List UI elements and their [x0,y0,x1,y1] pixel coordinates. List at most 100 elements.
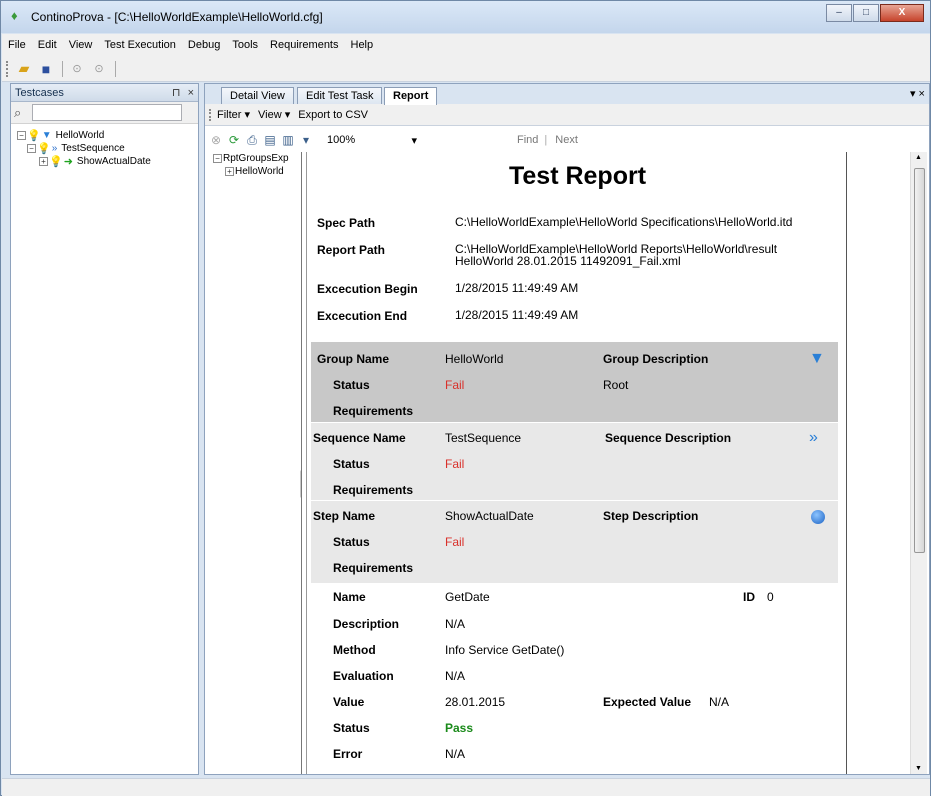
search-icon[interactable]: ⌕ [14,105,32,121]
tree-node-label: HelloWorld [55,130,105,141]
report-title: Test Report [508,162,647,190]
menu-file[interactable]: File [8,39,26,51]
expand-icon[interactable]: + [225,167,234,176]
sequence-section: Sequence Name TestSequence Sequence Desc… [311,423,838,500]
step-name-label: Step Name [313,509,376,523]
document-area: Detail View Edit Test Task Report ▾ × Fi… [204,83,930,775]
doc-map-node[interactable]: + HelloWorld [213,165,289,178]
detail-error-label: Error [333,747,363,761]
report-scrollbar[interactable]: ▲ ▼ [910,152,927,774]
tab-detail-view[interactable]: Detail View [221,87,294,104]
meta-value: C:\HelloWorldExample\HelloWorld Reports\… [455,242,778,268]
detail-name-label: Name [333,590,366,604]
detail-error-value: N/A [445,747,466,761]
document-map-tree: − RptGroupsExp + HelloWorld [213,152,289,178]
group-description-value: Root [603,378,629,392]
scroll-down-icon[interactable]: ▼ [915,765,922,772]
collapse-icon[interactable]: − [27,144,36,153]
step-dot-icon [811,510,825,524]
sequence-name-value: TestSequence [445,431,522,445]
detail-name-value: GetDate [445,590,490,604]
app-window: ♦ ContinoProva - [C:\HelloWorldExample\H… [0,0,931,796]
toolbar-grip[interactable] [209,108,213,121]
detail-value-label: Value [333,695,365,709]
page-setup-icon[interactable]: ▥ [281,133,295,147]
menu-requirements[interactable]: Requirements [270,39,338,51]
meta-label: Spec Path [317,216,376,230]
print-icon[interactable]: ⎙ [245,133,259,147]
group-status-label: Status [333,378,370,392]
page-layout-icon[interactable]: ▤ [263,133,277,147]
sequence-description-label: Sequence Description [605,431,732,445]
step-status-value: Fail [445,535,465,549]
step-status-label: Status [333,535,370,549]
zoom-select[interactable]: 100% ▾ [327,134,417,147]
panel-close-icon[interactable]: × [188,87,194,99]
detail-status-label: Status [333,721,370,735]
stop-icon[interactable]: ⊗ [209,133,223,147]
next-button[interactable]: Next [555,134,578,146]
chevron-down-icon: ▾ [244,109,251,121]
open-folder-icon[interactable]: ▰ [14,59,34,79]
group-triangle-icon: ▼ [809,350,825,367]
step-arrow-icon: ➜ [63,156,73,168]
collapse-icon[interactable]: − [17,131,26,140]
collapse-icon[interactable]: − [213,154,222,163]
menu-tools[interactable]: Tools [232,39,258,51]
scroll-up-icon[interactable]: ▲ [915,154,922,161]
tree-node-label: ShowActualDate [76,156,151,167]
tree-node-label: TestSequence [61,143,125,154]
group-status-value: Fail [445,378,465,392]
tabs-menu-close-icon[interactable]: ▾ × [910,87,925,100]
meta-value: 1/28/2015 11:49:49 AM [455,281,579,295]
run-icon[interactable]: ⊙ [67,59,87,79]
menu-debug[interactable]: Debug [188,39,220,51]
stop-icon[interactable]: ⊙ [89,59,109,79]
window-title: ContinoProva - [C:\HelloWorldExample\Hel… [31,10,323,24]
testcases-search-input[interactable] [32,104,182,121]
menu-view[interactable]: View [69,39,93,51]
group-description-label: Group Description [603,352,709,366]
expand-icon[interactable]: + [39,157,48,166]
tree-node-testsequence[interactable]: − 💡 » TestSequence [17,142,198,155]
sequence-chevron-icon: » [51,143,58,154]
group-name-value: HelloWorld [445,352,504,366]
scroll-thumb[interactable] [914,168,925,553]
group-triangle-icon: ▼ [41,130,52,141]
tab-edit-test-task[interactable]: Edit Test Task [297,87,383,104]
minimize-button[interactable]: – [826,4,852,22]
refresh-icon[interactable]: ⟳ [227,133,241,147]
toolbar-grip[interactable] [6,60,10,77]
menu-test-execution[interactable]: Test Execution [104,39,176,51]
close-button[interactable]: X [880,4,924,22]
view-dropdown[interactable]: View ▾ [258,108,290,121]
pin-icon[interactable]: ⊓ [172,87,181,99]
lightbulb-icon: 💡 [37,143,51,155]
step-description-label: Step Description [603,509,699,523]
export-csv-button[interactable]: Export to CSV [298,109,368,121]
tree-node-showactualdate[interactable]: + 💡 ➜ ShowActualDate [17,155,198,168]
detail-evaluation-label: Evaluation [333,669,394,683]
step-name-value: ShowActualDate [445,509,534,523]
window-controls: – □ X [825,4,924,22]
detail-evaluation-value: N/A [445,669,466,683]
export-icon[interactable]: ▾ [299,133,313,147]
app-leaf-icon: ♦ [11,8,18,23]
tree-node-helloworld[interactable]: − 💡 ▼ HelloWorld [17,129,198,142]
filter-dropdown[interactable]: Filter ▾ [217,108,250,121]
menu-help[interactable]: Help [351,39,374,51]
save-icon[interactable]: ■ [36,59,56,79]
viewer-toolbar: ⊗ ⟳ ⎙ ▤ ▥ ▾ 100% ▾ Find | Next [205,130,929,150]
report-toolbar: Filter ▾ View ▾ Export to CSV [205,104,929,126]
maximize-button[interactable]: □ [853,4,879,22]
sequence-chevron-icon: » [809,429,818,446]
sequence-status-label: Status [333,457,370,471]
menu-edit[interactable]: Edit [38,39,57,51]
detail-status-value: Pass [445,721,474,735]
doc-map-node[interactable]: − RptGroupsExp [213,152,289,165]
status-bar [2,778,930,796]
detail-section: Name GetDate ID 0 Description N/A Method… [311,584,838,774]
document-tabs: Detail View Edit Test Task Report ▾ × [205,84,929,105]
tab-report[interactable]: Report [384,87,438,105]
find-button[interactable]: Find [517,134,538,146]
